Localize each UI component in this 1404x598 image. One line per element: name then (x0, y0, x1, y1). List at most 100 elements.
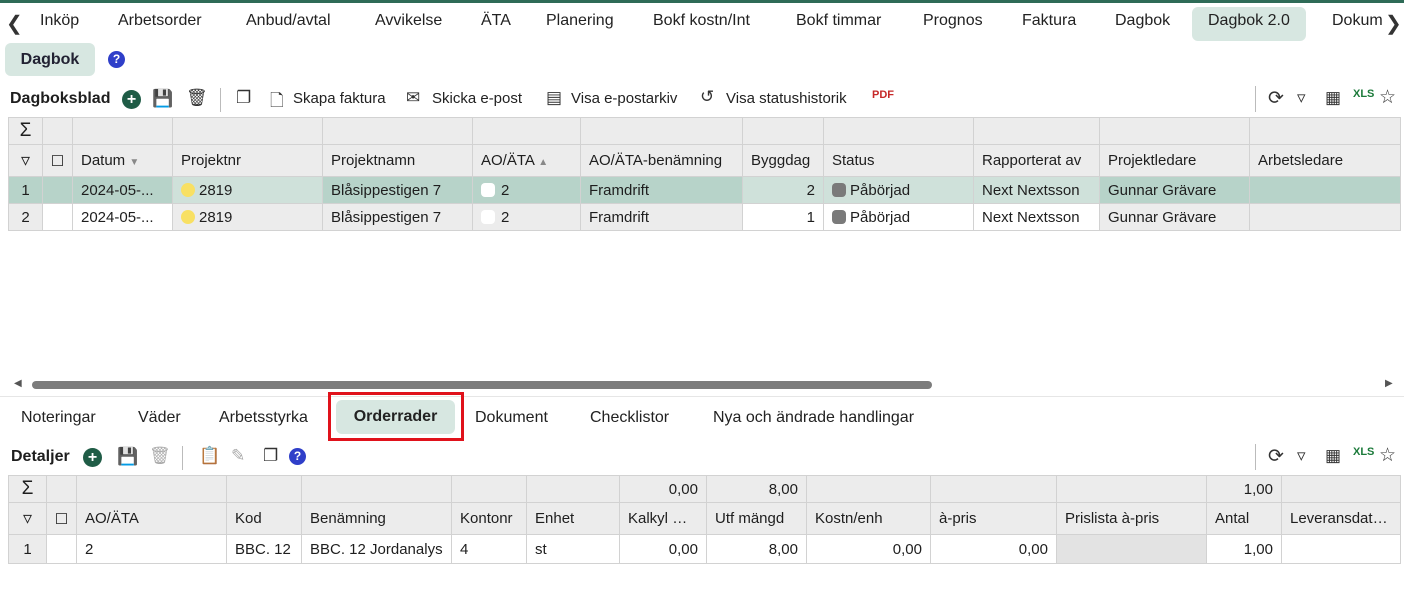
table-row[interactable]: 2 2024-05-... 2819 Blåsippestigen 7 2 Fr… (8, 203, 1401, 231)
copy-icon[interactable]: ❐ (236, 88, 251, 108)
invoice-icon[interactable]: 🗋 (270, 88, 284, 117)
col-header-kostn-enh[interactable]: Kostn/enh (806, 502, 931, 535)
filter-detail-icon[interactable]: ▿ (1297, 446, 1306, 466)
tabs-scroll-left-icon[interactable]: ❮ (6, 11, 23, 36)
col-header-benamning[interactable]: Benämning (301, 502, 452, 535)
col-header-prislista-a-pris[interactable]: Prislista à-pris (1056, 502, 1207, 535)
tab-planering[interactable]: Planering (546, 12, 614, 30)
table-settings-icon[interactable]: ▦ (1325, 88, 1341, 108)
col-header-kod[interactable]: Kod (226, 502, 302, 535)
delete-icon[interactable]: 🗑 (186, 88, 208, 108)
tab-dokument-bottom[interactable]: Dokument (475, 409, 548, 427)
tab-bokf-timmar[interactable]: Bokf timmar (796, 12, 881, 30)
copy-detail-icon[interactable]: ❐ (263, 446, 278, 466)
horizontal-scrollbar[interactable] (32, 381, 932, 389)
tabs-scroll-right-icon[interactable]: ❯ (1385, 11, 1402, 36)
section-title-dagboksblad: Dagboksblad (10, 90, 111, 107)
select-all-checkbox-icon[interactable]: ☐ (42, 144, 73, 177)
col-header-utf-mangd[interactable]: Utf mängd (706, 502, 807, 535)
pdf-icon[interactable]: PDF (872, 89, 894, 101)
delete-detail-icon[interactable]: 🗑 (149, 446, 171, 466)
col-header-projektnr[interactable]: Projektnr (172, 144, 323, 177)
filter-row-icon[interactable]: ▿ (8, 502, 47, 535)
excel-export-detail-icon[interactable]: XLS (1353, 446, 1374, 458)
col-header-arbetsledare[interactable]: Arbetsledare (1249, 144, 1401, 177)
history-icon[interactable]: ↺ (700, 87, 714, 107)
col-header-leveransdatum[interactable]: Leveransdatum (1281, 502, 1401, 535)
page-pill-dagbok[interactable]: Dagbok (5, 43, 95, 76)
sort-asc-icon: ▲ (538, 157, 549, 168)
col-header-byggdag[interactable]: Byggdag (742, 144, 824, 177)
filter-icon[interactable]: ▿ (1297, 88, 1306, 108)
tab-checklistor[interactable]: Checklistor (590, 409, 669, 427)
tab-dagbok[interactable]: Dagbok (1115, 12, 1170, 30)
tab-nya-andrade-handlingar[interactable]: Nya och ändrade handlingar (713, 409, 914, 427)
help-detail-icon[interactable]: ? (289, 448, 306, 465)
tab-inkop[interactable]: Inköp (40, 12, 79, 30)
col-header-kalkyl-mgd[interactable]: Kalkyl mgd (619, 502, 707, 535)
col-header-status[interactable]: Status (823, 144, 974, 177)
col-header-datum[interactable]: Datum ▼ (72, 144, 173, 177)
help-icon[interactable]: ? (108, 51, 125, 68)
toolbar-divider-right (1255, 86, 1256, 112)
archive-icon[interactable]: ▤ (546, 88, 562, 108)
sort-desc-icon: ▼ (129, 157, 140, 168)
col-header-ao-ata[interactable]: AO/ÄTA (76, 502, 227, 535)
toolbar-divider-right (1255, 444, 1256, 470)
col-header-a-pris[interactable]: à-pris (930, 502, 1057, 535)
tab-faktura[interactable]: Faktura (1022, 12, 1076, 30)
tab-anbud-avtal[interactable]: Anbud/avtal (246, 12, 331, 30)
col-header-enhet[interactable]: Enhet (526, 502, 620, 535)
status-icon (832, 182, 846, 197)
visa-statushistorik-button[interactable]: Visa statushistorik (726, 90, 847, 107)
tab-arbetsstyrka[interactable]: Arbetsstyrka (219, 409, 308, 427)
filter-row-icon[interactable]: ▿ (8, 144, 43, 177)
tab-bokf-kostn-int[interactable]: Bokf kostn/Int (653, 12, 750, 30)
sum-icon[interactable]: Σ (8, 117, 43, 145)
col-header-ao-ata-benamning[interactable]: AO/ÄTA-benämning (580, 144, 743, 177)
col-header-kontonr[interactable]: Kontonr (451, 502, 527, 535)
tab-prognos[interactable]: Prognos (923, 12, 983, 30)
module-tab-bar: ❮ Inköp Arbetsorder Anbud/avtal Avvikels… (0, 0, 1404, 42)
table-row[interactable]: 1 2024-05-... 2819 Blåsippestigen 7 2 Fr… (8, 176, 1401, 204)
tab-avvikelse[interactable]: Avvikelse (375, 12, 442, 30)
grid-header-row: ▿ ☐ AO/ÄTA Kod Benämning Kontonr Enhet K… (8, 502, 1401, 535)
visa-epostarkiv-button[interactable]: Visa e-postarkiv (571, 90, 677, 107)
tab-noteringar[interactable]: Noteringar (21, 409, 96, 427)
save-detail-icon[interactable]: 💾 (117, 447, 138, 467)
sum-icon[interactable]: Σ (8, 475, 47, 503)
ao-color-icon (481, 182, 495, 197)
favorite-star-detail-icon[interactable]: ☆ (1379, 444, 1396, 467)
tab-ata[interactable]: ÄTA (481, 12, 511, 30)
grid-summary-row: Σ (8, 117, 1401, 145)
sum-utf: 8,00 (706, 475, 807, 503)
table-settings-detail-icon[interactable]: ▦ (1325, 446, 1341, 466)
tab-dagbok-2[interactable]: Dagbok 2.0 (1192, 7, 1306, 41)
col-header-antal[interactable]: Antal (1206, 502, 1282, 535)
col-header-ao-ata[interactable]: AO/ÄTA ▲ (472, 144, 581, 177)
add-icon[interactable]: + (122, 90, 141, 109)
add-detail-icon[interactable]: + (83, 448, 102, 467)
save-icon[interactable]: 💾 (152, 89, 173, 109)
col-header-projektnamn[interactable]: Projektnamn (322, 144, 473, 177)
refresh-icon[interactable]: ⟳ (1268, 87, 1284, 110)
skapa-faktura-button[interactable]: Skapa faktura (293, 90, 386, 107)
add-from-clipboard-icon[interactable]: 📋 (199, 446, 220, 466)
tab-vader[interactable]: Väder (138, 409, 181, 427)
scroll-left-icon[interactable]: ◀ (14, 378, 22, 389)
refresh-detail-icon[interactable]: ⟳ (1268, 445, 1284, 468)
favorite-star-icon[interactable]: ☆ (1379, 86, 1396, 109)
table-row[interactable]: 1 2 BBC. 12 BBC. 12 Jordanalys 4 st 0,00… (8, 534, 1401, 564)
scroll-right-icon[interactable]: ▶ (1385, 378, 1393, 389)
envelope-icon[interactable]: ✉ (406, 88, 420, 108)
excel-export-icon[interactable]: XLS (1353, 88, 1374, 100)
toolbar-divider (220, 88, 221, 112)
col-header-projektledare[interactable]: Projektledare (1099, 144, 1250, 177)
status-dot-icon (181, 182, 195, 197)
col-header-rapporterat-av[interactable]: Rapporterat av (973, 144, 1100, 177)
edit-icon[interactable]: ✎ (231, 446, 245, 466)
select-all-checkbox-icon[interactable]: ☐ (46, 502, 77, 535)
skicka-epost-button[interactable]: Skicka e-post (432, 90, 522, 107)
tab-dokument[interactable]: Dokum (1332, 12, 1383, 30)
tab-arbetsorder[interactable]: Arbetsorder (118, 12, 202, 30)
